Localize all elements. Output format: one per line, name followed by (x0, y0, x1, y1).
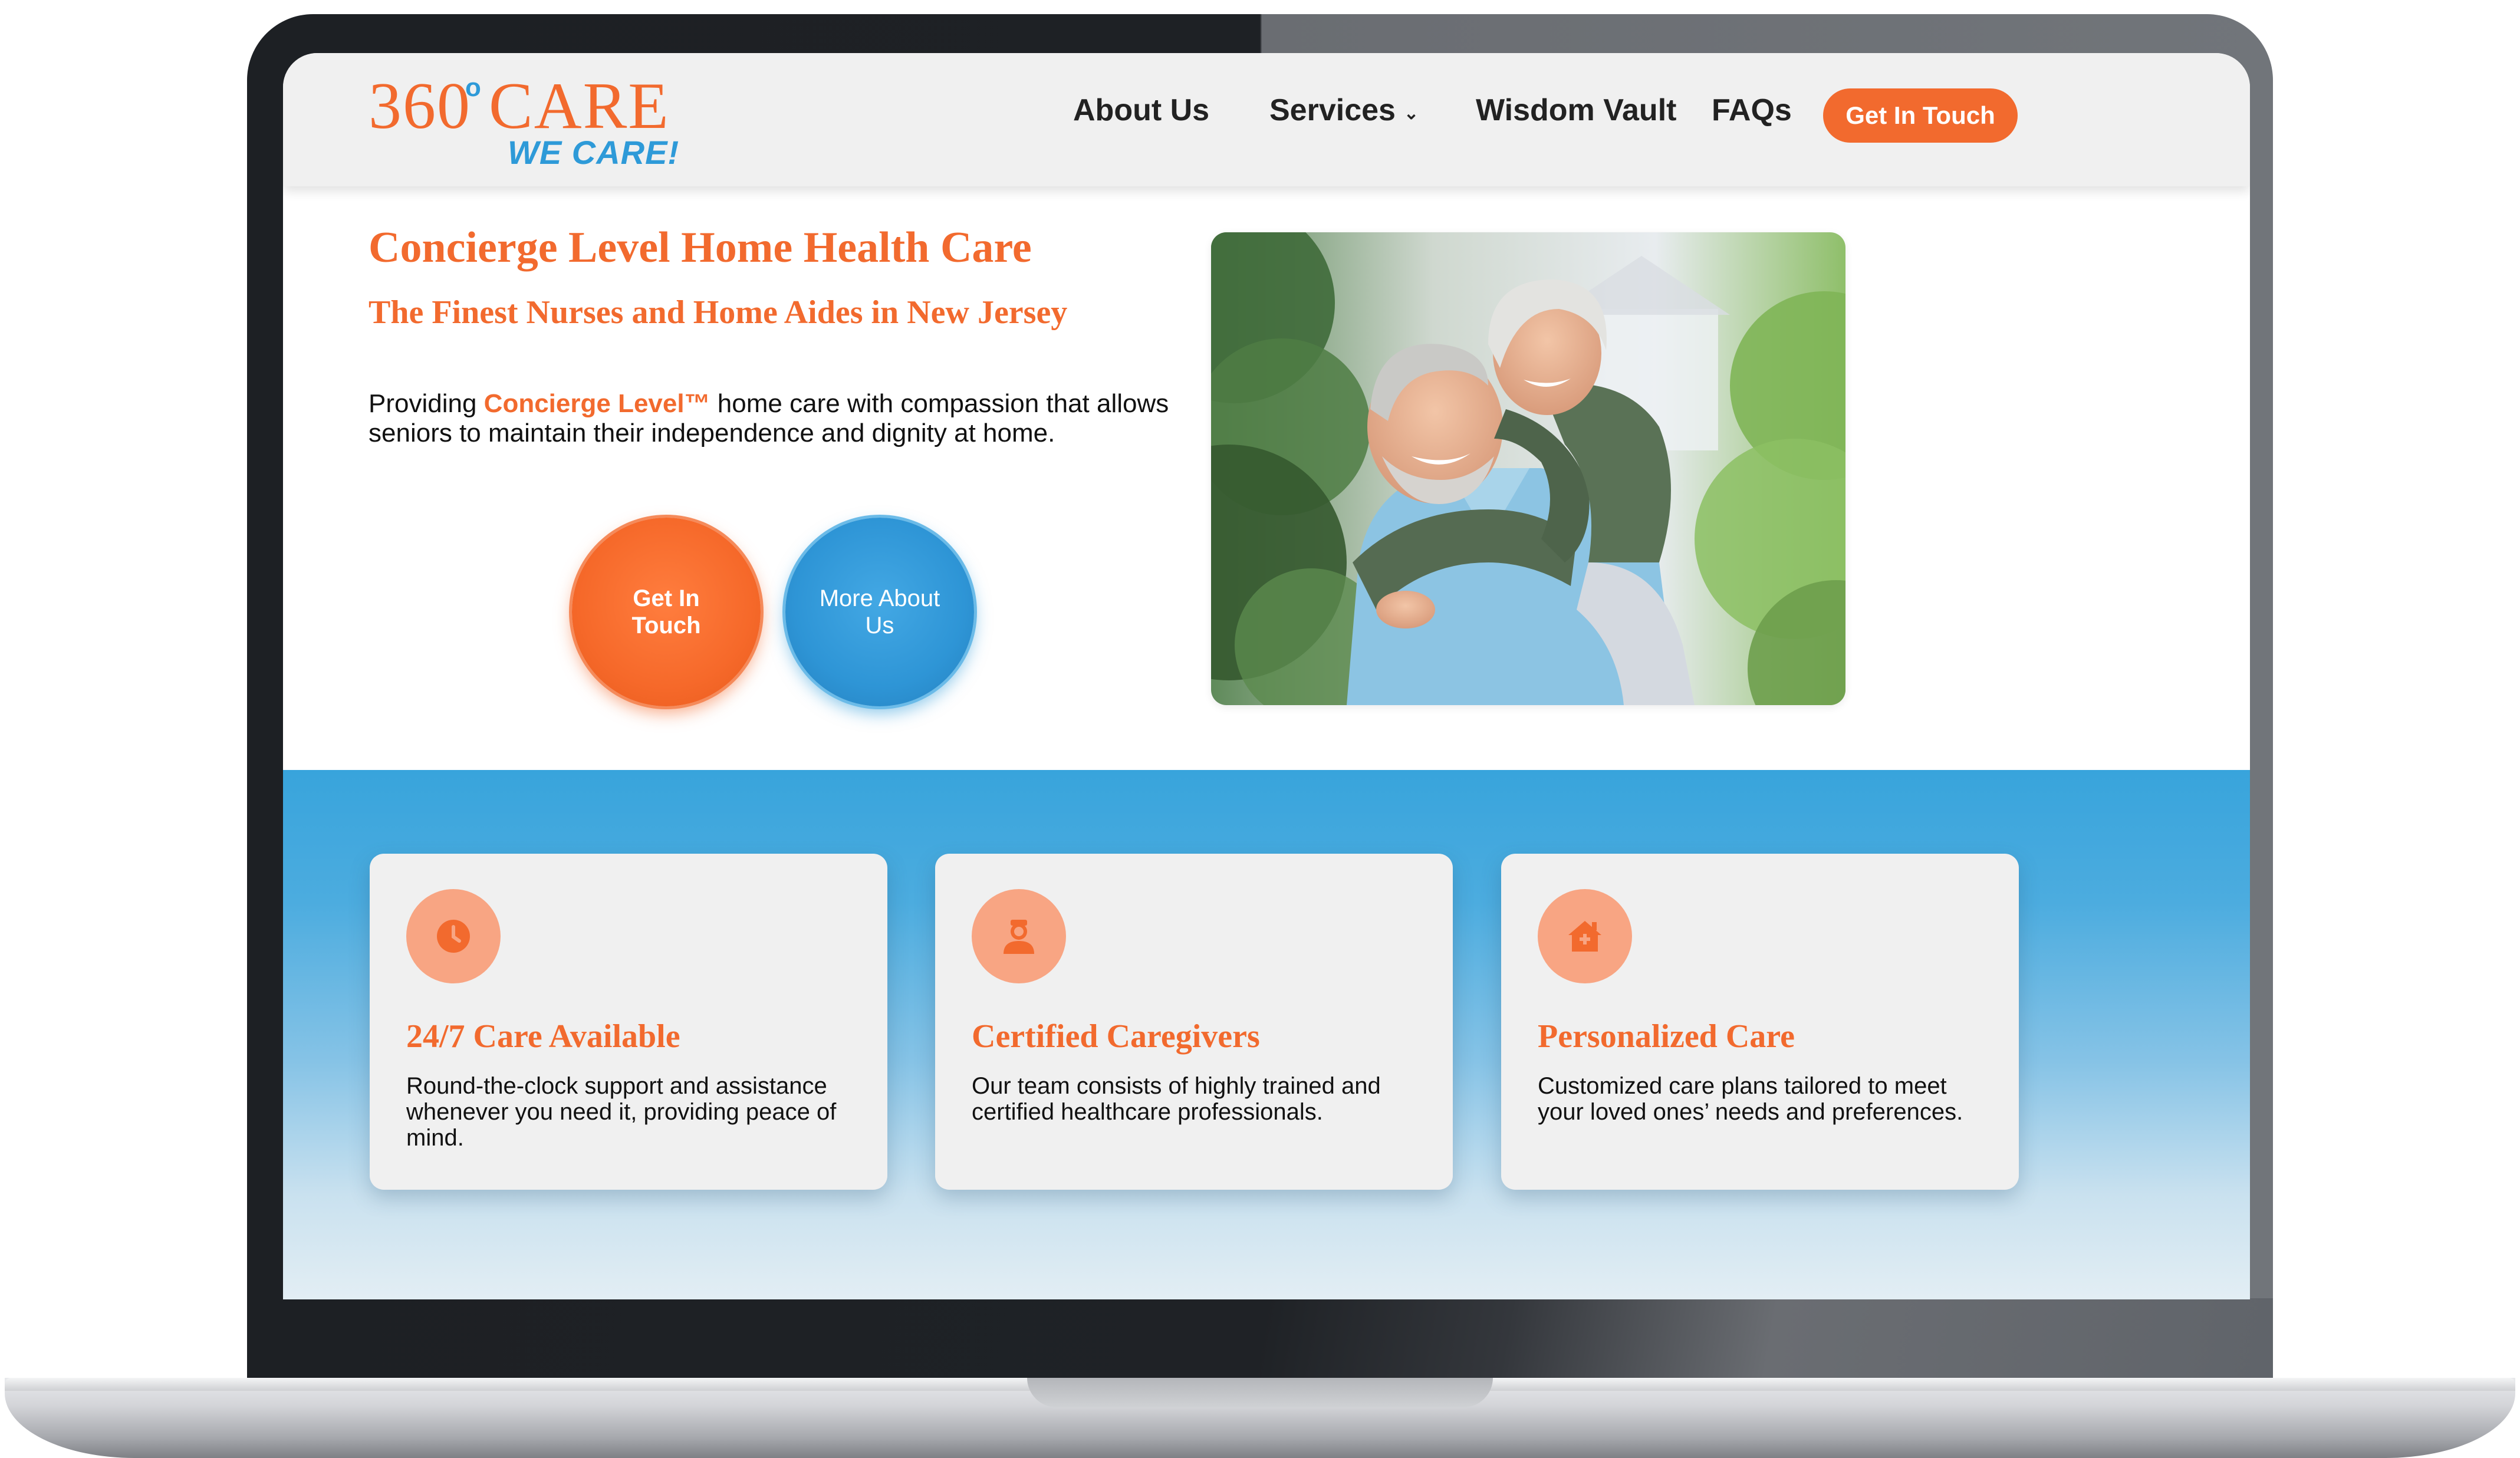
laptop-screen: 360 CARE o WE CARE! About Us Services ⌄ … (283, 53, 2250, 1299)
site-header: 360 CARE o WE CARE! About Us Services ⌄ … (283, 53, 2250, 186)
logo[interactable]: 360 CARE o WE CARE! (369, 64, 679, 176)
caregiver-icon (972, 889, 1066, 983)
hero-subtitle: The Finest Nurses and Home Aides in New … (369, 294, 1068, 331)
chevron-down-icon: ⌄ (1403, 103, 1419, 123)
features-section: 24/7 Care Available Round-the-clock supp… (283, 770, 2250, 1299)
feature-description: Customized care plans tailored to meet y… (1538, 1073, 1963, 1125)
feature-title: Certified Caregivers (972, 1018, 1260, 1055)
hero-get-in-touch-button[interactable]: Get In Touch (572, 518, 761, 706)
more-about-us-button[interactable]: More About Us (785, 518, 974, 706)
nav-about-us-label: About Us (1073, 93, 1210, 127)
feature-title: 24/7 Care Available (406, 1018, 680, 1055)
hero-photo-senior-couple (1211, 232, 1845, 705)
nav-services-label: Services (1269, 93, 1396, 127)
nav-wisdom-vault[interactable]: Wisdom Vault (1476, 84, 1676, 137)
hero-description-start: Providing (369, 389, 484, 418)
feature-card-personalized-care: Personalized Care Customized care plans … (1501, 854, 2019, 1190)
feature-title: Personalized Care (1538, 1018, 1795, 1055)
logo-degree-mark: o (465, 73, 481, 102)
feature-description: Round-the-clock support and assistance w… (406, 1073, 837, 1151)
nav-services[interactable]: Services ⌄ (1269, 84, 1419, 137)
home-care-icon (1538, 889, 1632, 983)
nav-wisdom-vault-label: Wisdom Vault (1476, 93, 1677, 127)
nav-faqs[interactable]: FAQs (1712, 84, 1792, 137)
nav-faqs-label: FAQs (1712, 93, 1792, 127)
hero-description: Providing Concierge Level™ home care wit… (369, 389, 1170, 448)
logo-tagline: WE CARE! (508, 134, 680, 171)
feature-description: Our team consists of highly trained and … (972, 1073, 1381, 1125)
hero-title: Concierge Level Home Health Care (369, 223, 1032, 272)
laptop-notch (1027, 1378, 1493, 1407)
feature-card-24-7-care: 24/7 Care Available Round-the-clock supp… (370, 854, 887, 1190)
header-get-in-touch-button[interactable]: Get In Touch (1823, 88, 2018, 143)
concierge-level-highlight: Concierge Level™ (483, 389, 710, 418)
feature-card-certified-caregivers: Certified Caregivers Our team consists o… (935, 854, 1453, 1190)
clock-icon (406, 889, 501, 983)
hero-section: Concierge Level Home Health Care The Fin… (283, 186, 2250, 776)
nav-about-us[interactable]: About Us (1073, 84, 1209, 137)
laptop-bezel-bottom (247, 1298, 2273, 1388)
